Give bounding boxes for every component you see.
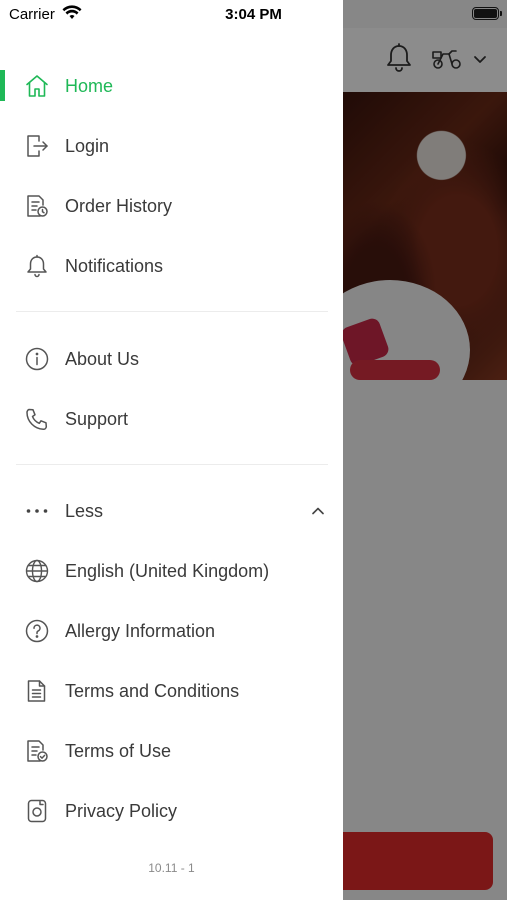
login-icon <box>24 133 50 159</box>
privacy-icon <box>24 798 50 824</box>
nav-item-terms-of-use[interactable]: Terms of Use <box>0 723 343 779</box>
nav-label-order-history: Order History <box>65 195 173 216</box>
question-icon <box>24 618 50 644</box>
document-check-icon <box>24 738 50 764</box>
divider <box>16 311 328 312</box>
chevron-up-icon <box>309 502 327 520</box>
nav-item-home[interactable]: Home <box>0 58 343 114</box>
battery-icon <box>472 7 499 20</box>
order-history-icon <box>24 193 50 219</box>
nav-label-support: Support <box>65 408 129 429</box>
nav-item-order-history[interactable]: Order History <box>0 178 343 234</box>
nav-label-notifications: Notifications <box>65 255 164 276</box>
nav-label-less: Less <box>65 500 104 521</box>
battery-tip <box>500 11 502 16</box>
home-icon <box>24 73 50 99</box>
nav-label-login: Login <box>65 135 110 156</box>
bell-icon <box>24 253 50 279</box>
nav-label-terms-and-conditions: Terms and Conditions <box>65 680 240 701</box>
nav-item-less-toggle[interactable]: Less <box>0 483 343 539</box>
phone-icon <box>24 406 50 432</box>
nav-item-support[interactable]: Support <box>0 391 343 447</box>
status-time: 3:04 PM <box>225 6 282 23</box>
nav-item-about-us[interactable]: About Us <box>0 331 343 387</box>
divider <box>16 464 328 465</box>
nav-item-allergy-information[interactable]: Allergy Information <box>0 603 343 659</box>
status-bar: Carrier 3:04 PM <box>0 0 507 28</box>
globe-icon <box>24 558 50 584</box>
app-version: 10.11 - 1 <box>148 861 195 875</box>
nav-item-privacy-policy[interactable]: Privacy Policy <box>0 783 343 839</box>
nav-label-language: English (United Kingdom) <box>65 560 270 581</box>
nav-label-about-us: About Us <box>65 348 140 369</box>
navigation-drawer: Home Login Order History Notifications A… <box>0 0 343 900</box>
nav-label-allergy-information: Allergy Information <box>65 620 216 641</box>
nav-label-privacy-policy: Privacy Policy <box>65 800 178 821</box>
nav-item-language[interactable]: English (United Kingdom) <box>0 543 343 599</box>
nav-label-home: Home <box>65 75 114 96</box>
nav-item-login[interactable]: Login <box>0 118 343 174</box>
nav-item-terms-and-conditions[interactable]: Terms and Conditions <box>0 663 343 719</box>
more-dots-icon <box>24 498 50 524</box>
nav-item-notifications[interactable]: Notifications <box>0 238 343 294</box>
document-icon <box>24 678 50 704</box>
nav-label-terms-of-use: Terms of Use <box>65 740 172 761</box>
info-icon <box>24 346 50 372</box>
